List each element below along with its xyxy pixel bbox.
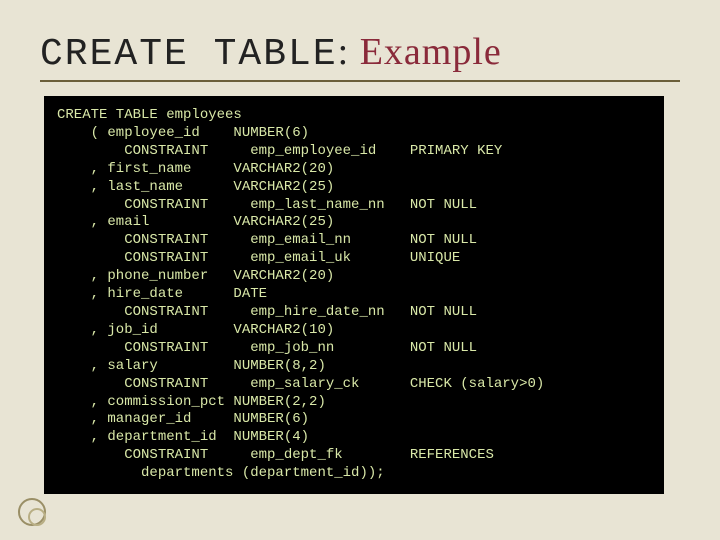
title-example: Example — [360, 31, 502, 73]
title-underline — [40, 80, 680, 82]
corner-decoration — [18, 498, 46, 526]
deco-circle-inner — [28, 508, 46, 526]
slide-title: CREATE TABLE: Example — [40, 30, 680, 76]
title-sep: : — [338, 31, 360, 73]
title-mono: CREATE TABLE — [40, 33, 338, 76]
slide: CREATE TABLE: Example CREATE TABLE emplo… — [0, 0, 720, 540]
code-block: CREATE TABLE employees ( employee_id NUM… — [44, 96, 664, 494]
